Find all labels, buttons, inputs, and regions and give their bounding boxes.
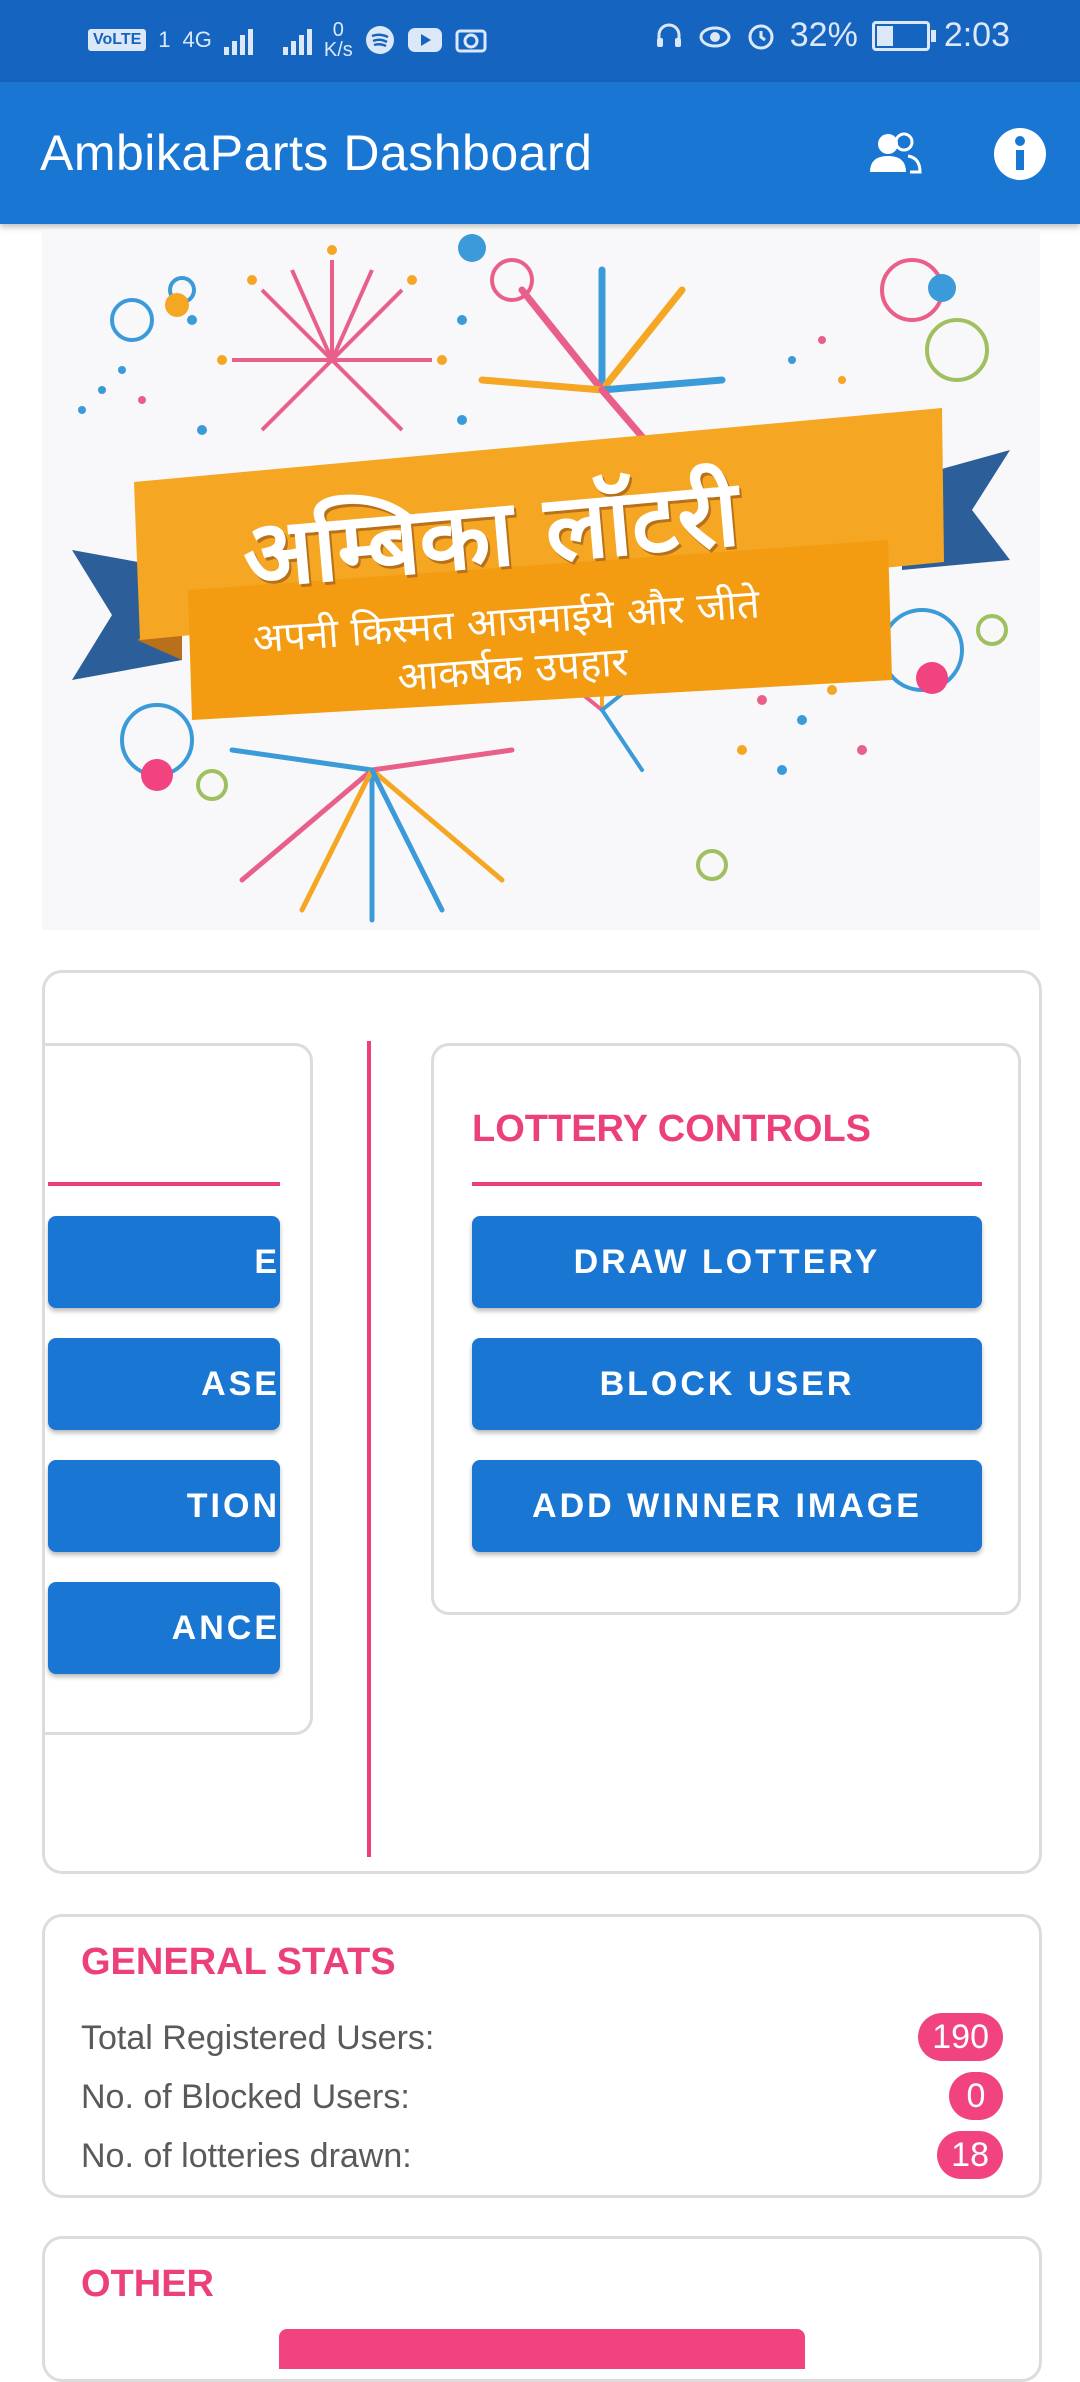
eye-icon [699, 26, 731, 47]
volte-badge: VoLTE [88, 29, 147, 51]
left-button-1[interactable]: E [48, 1216, 280, 1308]
other-card: OTHER [42, 2236, 1042, 2382]
firework-bottom [229, 747, 515, 923]
alarm-icon [748, 24, 774, 49]
left-button-2-label: ASE [201, 1364, 280, 1403]
lottery-banner: अम्बिका लॉटरी अपनी किस्मत आजमाईये और जीत… [42, 230, 1040, 930]
other-heading: OTHER [81, 2263, 214, 2305]
youtube-icon [407, 28, 442, 52]
signal-2-icon [282, 25, 312, 55]
stat-row-blocked-users: No. of Blocked Users: 0 [81, 2072, 1003, 2122]
left-button-3[interactable]: TION [48, 1460, 280, 1552]
left-button-4[interactable]: ANCE [48, 1582, 280, 1674]
stat-badge: 0 [949, 2072, 1003, 2120]
stat-row-lotteries-drawn: No. of lotteries drawn: 18 [81, 2131, 1003, 2181]
left-button-3-label: TION [186, 1486, 280, 1525]
battery-icon [871, 20, 936, 51]
general-stats-card: GENERAL STATS Total Registered Users: 19… [42, 1914, 1042, 2198]
sim1-label: 1 [158, 27, 171, 52]
left-heading-line [48, 1182, 280, 1186]
lottery-controls-heading: LOTTERY CONTROLS [472, 1108, 871, 1150]
vertical-divider [367, 1041, 371, 1857]
stat-label: Total Registered Users: [81, 2019, 435, 2057]
left-button-2[interactable]: ASE [48, 1338, 280, 1430]
signal-icon [223, 25, 253, 55]
network-type: 4G [182, 27, 212, 52]
stat-label: No. of lotteries drawn: [81, 2137, 412, 2175]
lottery-controls-underline [472, 1182, 982, 1186]
status-right-icons: 32% 2:03 [654, 16, 1010, 55]
page-title: AmbikaParts Dashboard [40, 125, 593, 181]
left-button-4-label: ANCE [171, 1608, 280, 1647]
headset-icon [656, 23, 681, 47]
network-speed-unit: K/s [323, 39, 353, 61]
users-icon[interactable] [862, 122, 926, 186]
general-stats-heading: GENERAL STATS [81, 1941, 396, 1983]
block-user-button[interactable]: BLOCK USER [472, 1338, 982, 1430]
status-bar: VoLTE 1 4G 0 K/s 32% 2:03 [0, 0, 1080, 82]
stat-badge: 190 [918, 2013, 1003, 2061]
network-speed: 0 K/s [324, 20, 353, 60]
left-controls-panel: E ASE TION ANCE [45, 1043, 313, 1735]
firework-top-left [187, 245, 467, 435]
status-left-icons: VoLTE 1 4G 0 K/s [88, 20, 487, 60]
clock: 2:03 [943, 16, 1010, 54]
lottery-controls-panel: LOTTERY CONTROLS DRAW LOTTERY BLOCK USER… [431, 1043, 1021, 1615]
add-winner-image-button[interactable]: ADD WINNER IMAGE [472, 1460, 982, 1552]
spotify-icon [365, 26, 394, 54]
left-button-1-label: E [254, 1242, 280, 1281]
draw-lottery-button[interactable]: DRAW LOTTERY [472, 1216, 982, 1308]
battery-percent: 32% [789, 16, 858, 54]
controls-scroller[interactable]: E ASE TION ANCE LOTTERY CONTROLS DRAW LO… [42, 970, 1042, 1874]
app-bar: AmbikaParts Dashboard [0, 82, 1080, 224]
network-speed-value: 0 [332, 19, 344, 41]
stat-row-registered-users: Total Registered Users: 190 [81, 2013, 1003, 2063]
stat-badge: 18 [937, 2131, 1003, 2179]
other-action-button[interactable] [279, 2329, 805, 2369]
stat-label: No. of Blocked Users: [81, 2078, 410, 2116]
info-icon[interactable] [988, 122, 1052, 186]
camera-icon [455, 29, 487, 53]
